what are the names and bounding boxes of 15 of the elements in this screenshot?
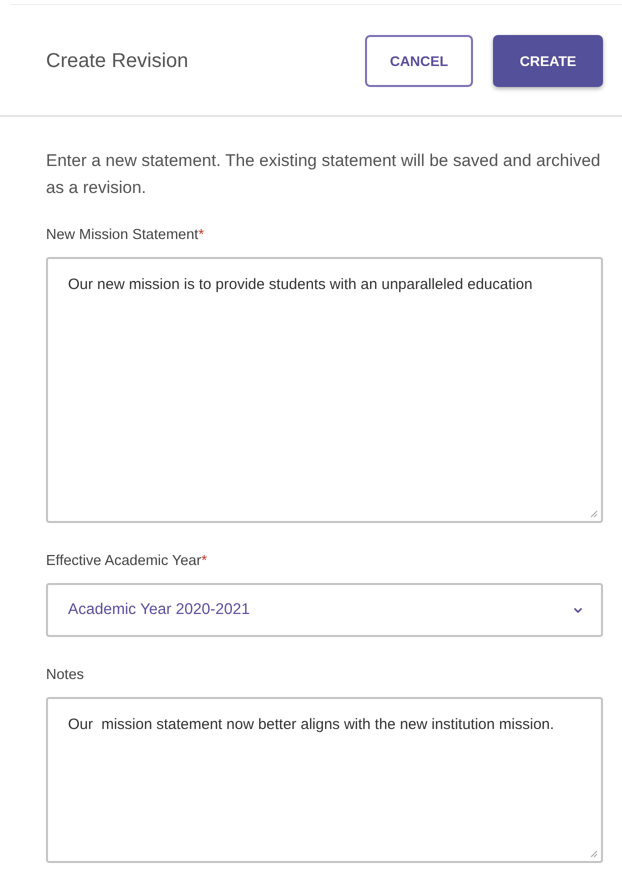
instruction-text: Enter a new statement. The existing statement will be saved and archived as a revision. (46, 150, 602, 199)
field-label: Effective Academic Year (46, 553, 202, 569)
field-label: New Mission Statement (46, 227, 198, 243)
resize-grip-icon[interactable] (590, 510, 598, 518)
dialog-title: Create Revision (46, 50, 190, 72)
chevron-down-icon (573, 606, 583, 614)
resize-grip-icon[interactable] (590, 850, 598, 858)
create-button[interactable]: CREATE (493, 35, 603, 87)
cancel-button[interactable]: CANCEL (365, 35, 473, 87)
text-area[interactable]: Our new mission is to provide students with an unparalleled education (46, 257, 603, 523)
required-mark: * (198, 227, 204, 243)
field-label: Notes (46, 667, 84, 683)
required-mark: * (201, 553, 207, 569)
dropdown[interactable]: Academic Year 2020-2021 (46, 583, 603, 637)
text-area[interactable]: Our mission statement now better aligns with the new institution mission. (46, 697, 603, 863)
